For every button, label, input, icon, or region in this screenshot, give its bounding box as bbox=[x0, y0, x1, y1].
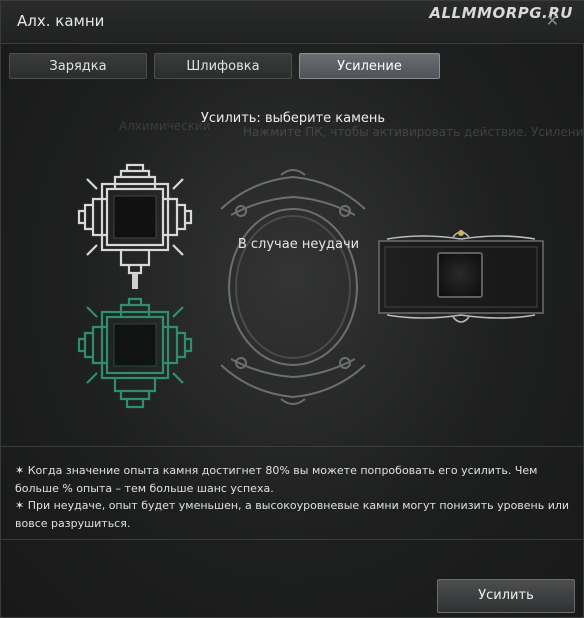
info-divider-bottom bbox=[1, 539, 584, 540]
tab-polishing[interactable]: Шлифовка bbox=[154, 53, 292, 79]
lower-stone-slot-ornament[interactable] bbox=[77, 297, 193, 411]
info-divider-top bbox=[1, 446, 584, 447]
window-title: Алх. камни bbox=[17, 12, 105, 30]
alchemy-stones-window: Алх. камни ALLMMORPG.RU ✕ Зарядка Шлифов… bbox=[0, 0, 584, 618]
background-ghost-text: Нажмите ПК, чтобы активировать действие.… bbox=[243, 125, 584, 139]
enhance-button[interactable]: Усилить bbox=[437, 579, 575, 613]
close-icon[interactable]: ✕ bbox=[546, 13, 559, 29]
tab-charging[interactable]: Зарядка bbox=[9, 53, 147, 79]
title-bar: Алх. камни ALLMMORPG.RU ✕ bbox=[1, 1, 584, 44]
info-line-failure: ✶ При неудаче, опыт будет уменьшен, а вы… bbox=[15, 499, 570, 530]
info-text-block: ✶ Когда значение опыта камня достигнет 8… bbox=[15, 462, 571, 532]
result-item-slot[interactable] bbox=[437, 252, 483, 298]
info-line-exp: ✶ Когда значение опыта камня достигнет 8… bbox=[15, 464, 538, 495]
failure-label: В случае неудачи bbox=[237, 237, 360, 252]
tab-enhancement[interactable]: Усиление bbox=[299, 53, 440, 79]
failure-oval-frame bbox=[220, 169, 366, 405]
upper-stone-slot-ornament[interactable] bbox=[77, 163, 193, 289]
instruction-text: Усилить: выберите камень bbox=[200, 111, 386, 126]
